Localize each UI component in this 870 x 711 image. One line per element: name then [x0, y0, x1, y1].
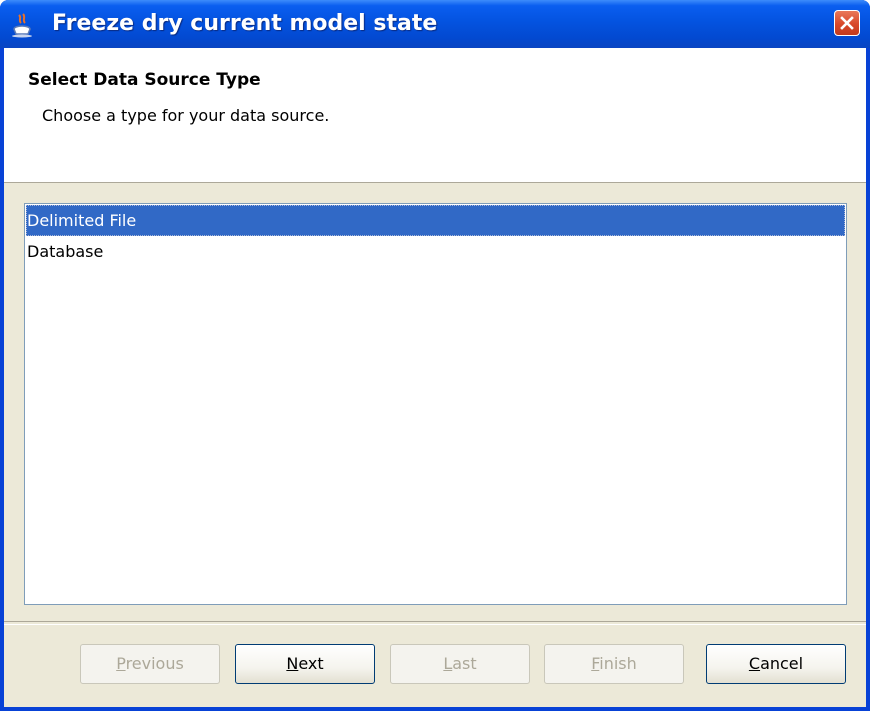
last-button[interactable]: Last	[390, 644, 530, 684]
footer-divider	[4, 621, 866, 625]
cancel-label: ancel	[760, 654, 804, 673]
title-bar[interactable]: Freeze dry current model state	[0, 0, 870, 48]
dialog-content: Select Data Source Type Choose a type fo…	[4, 48, 866, 707]
cancel-button[interactable]: Cancel	[706, 644, 846, 684]
window-title: Freeze dry current model state	[52, 11, 438, 36]
window-bottom-border	[0, 707, 870, 711]
close-x-icon	[840, 16, 854, 30]
step-description: Choose a type for your data source.	[42, 106, 330, 125]
list-item-delimited-file[interactable]: Delimited File	[26, 205, 845, 236]
wizard-header: Select Data Source Type Choose a type fo…	[4, 48, 866, 183]
last-mnemonic: L	[443, 654, 453, 673]
dialog-window: Freeze dry current model state Select Da…	[0, 0, 870, 711]
previous-label: revious	[125, 654, 184, 673]
previous-button[interactable]: Previous	[80, 644, 220, 684]
last-label: ast	[452, 654, 477, 673]
close-button[interactable]	[834, 10, 860, 36]
previous-mnemonic: P	[116, 654, 126, 673]
finish-button[interactable]: Finish	[544, 644, 684, 684]
data-source-type-list[interactable]: Delimited File Database	[24, 203, 847, 605]
list-item-database[interactable]: Database	[26, 236, 845, 267]
next-label: ext	[298, 654, 324, 673]
next-button[interactable]: Next	[235, 644, 375, 684]
step-title: Select Data Source Type	[28, 70, 261, 90]
finish-label: inish	[599, 654, 637, 673]
cancel-mnemonic: C	[748, 654, 761, 673]
next-mnemonic: N	[286, 654, 299, 673]
java-cup-icon	[10, 12, 36, 38]
